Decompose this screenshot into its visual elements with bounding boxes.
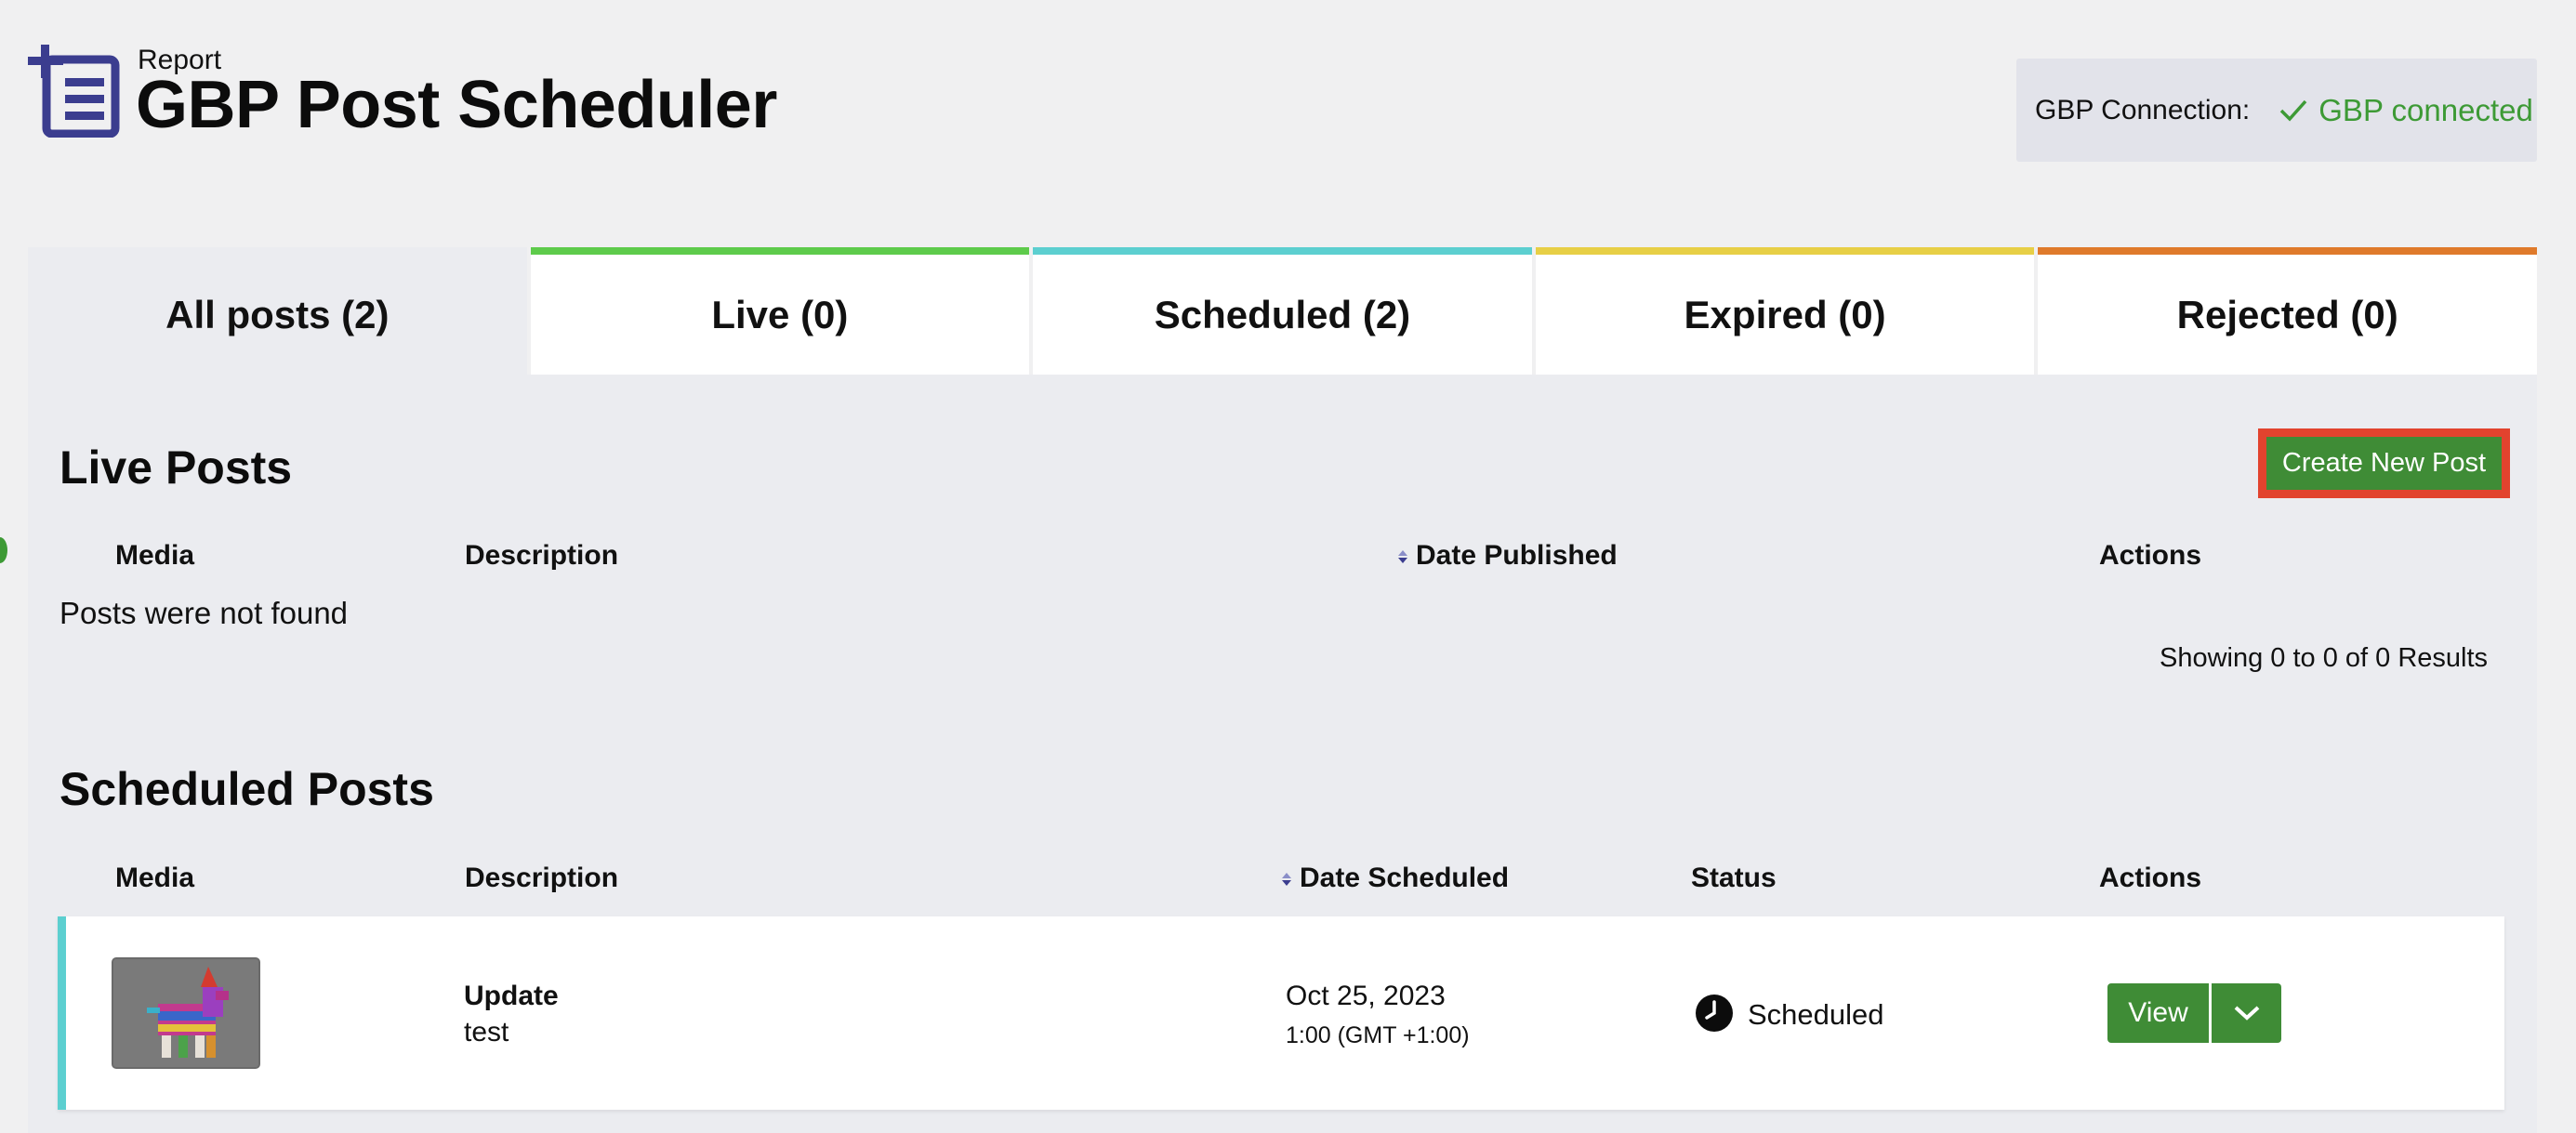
- tab-live[interactable]: Live (0): [530, 247, 1030, 375]
- live-col-date-published[interactable]: Date Published: [1397, 540, 1618, 572]
- connection-status-text: GBP connected: [2318, 92, 2533, 127]
- post-tabs: All posts (2) Live (0) Scheduled (2) Exp…: [28, 247, 2537, 375]
- tab-scheduled[interactable]: Scheduled (2): [1033, 247, 1532, 375]
- tab-all-posts[interactable]: All posts (2): [28, 247, 527, 375]
- connection-label: GBP Connection:: [2035, 94, 2251, 125]
- create-new-post-label: Create New Post: [2266, 437, 2502, 490]
- gbp-connection-panel: GBP Connection: GBP connected: [2016, 59, 2537, 162]
- sched-col-media: Media: [115, 863, 195, 893]
- live-posts-title: Live Posts: [59, 441, 293, 494]
- live-col-date-label: Date Published: [1416, 540, 1618, 571]
- actions-dropdown-button[interactable]: [2212, 983, 2281, 1043]
- chevron-down-icon: [2234, 1006, 2259, 1021]
- clock-icon: [1696, 995, 1733, 1032]
- live-col-description: Description: [465, 540, 619, 571]
- live-col-media: Media: [115, 540, 195, 571]
- tab-expired[interactable]: Expired (0): [1535, 247, 2035, 375]
- empty-message: Posts were not found: [59, 596, 349, 630]
- sched-col-date-scheduled[interactable]: Date Scheduled: [1281, 863, 1509, 894]
- scheduled-posts-title: Scheduled Posts: [59, 763, 434, 815]
- add-list-icon: [28, 45, 120, 138]
- sched-col-date-label: Date Scheduled: [1300, 863, 1510, 893]
- pinata-image: [113, 959, 258, 1067]
- sort-icon: [1398, 550, 1407, 564]
- post-thumbnail[interactable]: [112, 957, 260, 1069]
- scheduled-date: Oct 25, 2023: [1286, 981, 1446, 1011]
- sched-col-status: Status: [1691, 863, 1777, 893]
- edge-indicator: [0, 537, 7, 563]
- page-title: GBP Post Scheduler: [136, 68, 777, 142]
- post-title: Update: [464, 981, 559, 1011]
- sched-col-actions: Actions: [2099, 863, 2202, 893]
- scheduled-time: 1:00 (GMT +1:00): [1286, 1022, 1470, 1048]
- connection-status: GBP connected: [2279, 93, 2533, 128]
- view-button[interactable]: View: [2107, 983, 2209, 1043]
- tab-rejected[interactable]: Rejected (0): [2038, 247, 2537, 375]
- status-badge: Scheduled: [1748, 998, 1884, 1031]
- check-icon: [2280, 99, 2307, 122]
- sched-col-description: Description: [465, 863, 619, 893]
- results-count: Showing 0 to 0 of 0 Results: [2160, 643, 2489, 673]
- sort-icon: [1282, 873, 1291, 887]
- live-col-actions: Actions: [2099, 540, 2202, 571]
- create-new-post-button[interactable]: Create New Post: [2258, 428, 2510, 498]
- post-description: test: [464, 1017, 509, 1047]
